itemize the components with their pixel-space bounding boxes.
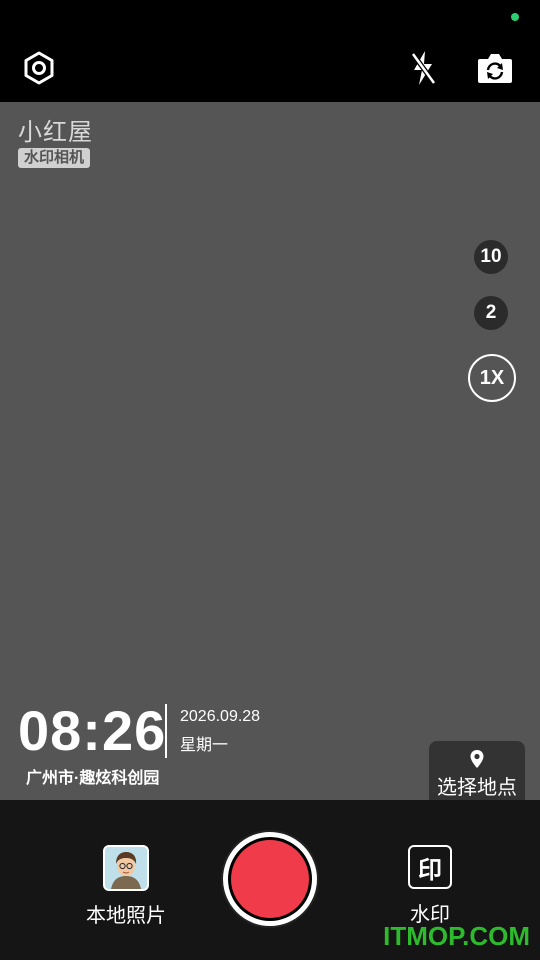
brand-badge: 小红屋 水印相机: [18, 118, 102, 168]
status-indicator-dot: [511, 13, 519, 21]
top-bar: [0, 0, 540, 102]
location-pin-icon: [469, 749, 485, 774]
album-thumbnail: [103, 845, 149, 891]
zoom-2-button[interactable]: 2: [474, 296, 508, 330]
zoom-10-button[interactable]: 10: [474, 240, 508, 274]
flash-off-icon[interactable]: [401, 46, 445, 90]
brand-tag: 水印相机: [18, 148, 91, 168]
site-watermark: ITMOP.COM: [383, 921, 530, 951]
watermark-divider: [165, 704, 167, 758]
watermark-time: 08:26: [18, 699, 167, 762]
shutter-core: [231, 840, 309, 918]
shutter-ring: [228, 837, 312, 921]
watermark-weekday: 星期一: [180, 737, 229, 754]
local-photos-label: 本地照片: [86, 905, 166, 927]
settings-icon[interactable]: [17, 46, 61, 90]
camera-switch-icon[interactable]: [473, 46, 517, 90]
brand-logo: 小红屋: [18, 118, 93, 146]
select-location-button[interactable]: 选择地点: [429, 741, 525, 802]
watermark-location: 广州市·趣炫科创园: [26, 770, 160, 787]
camera-viewfinder[interactable]: 小红屋 水印相机 10 2 1X 08:26 2026.09.28 星期一 广州…: [0, 102, 540, 802]
local-photos-button[interactable]: 本地照片: [84, 845, 168, 928]
zoom-1x-button[interactable]: 1X: [468, 354, 516, 402]
select-location-label: 选择地点: [437, 777, 517, 799]
watermark-date: 2026.09.28: [180, 708, 261, 725]
watermark-button[interactable]: 印 水印: [390, 845, 470, 927]
shutter-button[interactable]: [221, 830, 319, 928]
watermark-icon: 印: [408, 845, 452, 889]
